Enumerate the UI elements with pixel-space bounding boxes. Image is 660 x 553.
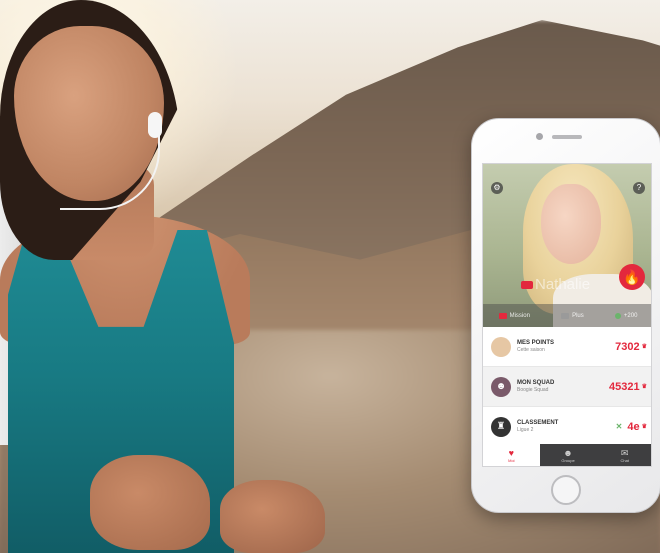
nav-label: Moi xyxy=(508,457,515,463)
phone-speaker xyxy=(552,135,582,139)
points-value: 7302 xyxy=(615,340,640,353)
profile-tabs: Mission Plus +200 xyxy=(483,304,651,327)
nav-item-chat[interactable]: ✉ Chat xyxy=(596,444,651,466)
nav-label: Groupe xyxy=(561,457,575,463)
runner-hand-left xyxy=(90,455,210,550)
row-title: CLASSEMENT xyxy=(517,420,559,426)
runner xyxy=(0,0,330,553)
tab-bonus[interactable]: +200 xyxy=(614,312,638,319)
squad-value: 45321 xyxy=(609,380,640,393)
row-value: 7302 ♛ xyxy=(615,341,647,353)
home-button[interactable] xyxy=(551,475,581,505)
tab-label: Mission xyxy=(509,312,530,319)
chat-icon: ✉ xyxy=(620,447,629,458)
squad-avatar: ☻ xyxy=(491,376,511,397)
row-value: 45321 ♛ xyxy=(609,381,647,393)
name-badge-icon xyxy=(521,281,533,289)
points-icon: ♛ xyxy=(641,344,647,350)
nav-item-me[interactable]: ♥ Moi xyxy=(483,444,540,466)
trophy-icon: ♜ xyxy=(491,416,511,437)
points-icon: ♛ xyxy=(641,424,647,430)
points-avatar xyxy=(491,336,511,357)
row-title: MES POINTS xyxy=(517,340,555,346)
tab-label: Plus xyxy=(572,312,584,319)
profile-header: ⚙ ? Nathalie 🔥 Mission Plus +200 xyxy=(483,164,651,327)
settings-icon[interactable]: ⚙ xyxy=(491,182,503,194)
profile-photo-face xyxy=(541,184,601,264)
heart-icon: ♥ xyxy=(508,447,514,458)
bonus-icon xyxy=(614,312,621,319)
row-subtitle: Ligue 2 xyxy=(517,427,534,433)
tab-mission[interactable]: Mission xyxy=(498,312,530,319)
tab-label: +200 xyxy=(623,312,638,319)
front-camera xyxy=(536,133,543,140)
bottom-nav: ♥ Moi ☻ Groupe ✉ Chat xyxy=(483,444,651,466)
plus-icon xyxy=(561,312,570,319)
row-title: MON SQUAD xyxy=(517,380,555,386)
nav-label: Chat xyxy=(620,457,629,463)
tab-plus[interactable]: Plus xyxy=(561,312,584,319)
row-subtitle: Cette saison xyxy=(517,347,545,353)
row-ranking[interactable]: ♜ CLASSEMENT Ligue 2 ✕ 4e ♛ xyxy=(483,407,651,447)
profile-name: Nathalie xyxy=(535,276,591,293)
row-my-points[interactable]: MES POINTS Cette saison 7302 ♛ xyxy=(483,327,651,367)
app-screen: ⚙ ? Nathalie 🔥 Mission Plus +200 MES POI… xyxy=(482,163,652,467)
row-my-squad[interactable]: ☻ MON SQUAD Boogie Squad 45321 ♛ xyxy=(483,367,651,407)
flame-icon[interactable]: 🔥 xyxy=(619,264,645,290)
help-icon[interactable]: ? xyxy=(633,182,645,194)
row-value: ✕ 4e ♛ xyxy=(616,421,647,433)
smartphone: ⚙ ? Nathalie 🔥 Mission Plus +200 MES POI… xyxy=(471,118,660,513)
group-icon: ☻ xyxy=(563,447,573,458)
row-subtitle: Boogie Squad xyxy=(517,387,549,393)
ranking-value: 4e xyxy=(627,420,640,433)
runner-hand-right xyxy=(220,480,325,553)
mission-icon xyxy=(498,312,507,319)
nav-item-group[interactable]: ☻ Groupe xyxy=(540,444,597,466)
points-icon: ♛ xyxy=(641,384,647,390)
earphone xyxy=(148,112,162,138)
rank-up-icon: ✕ xyxy=(615,422,623,431)
